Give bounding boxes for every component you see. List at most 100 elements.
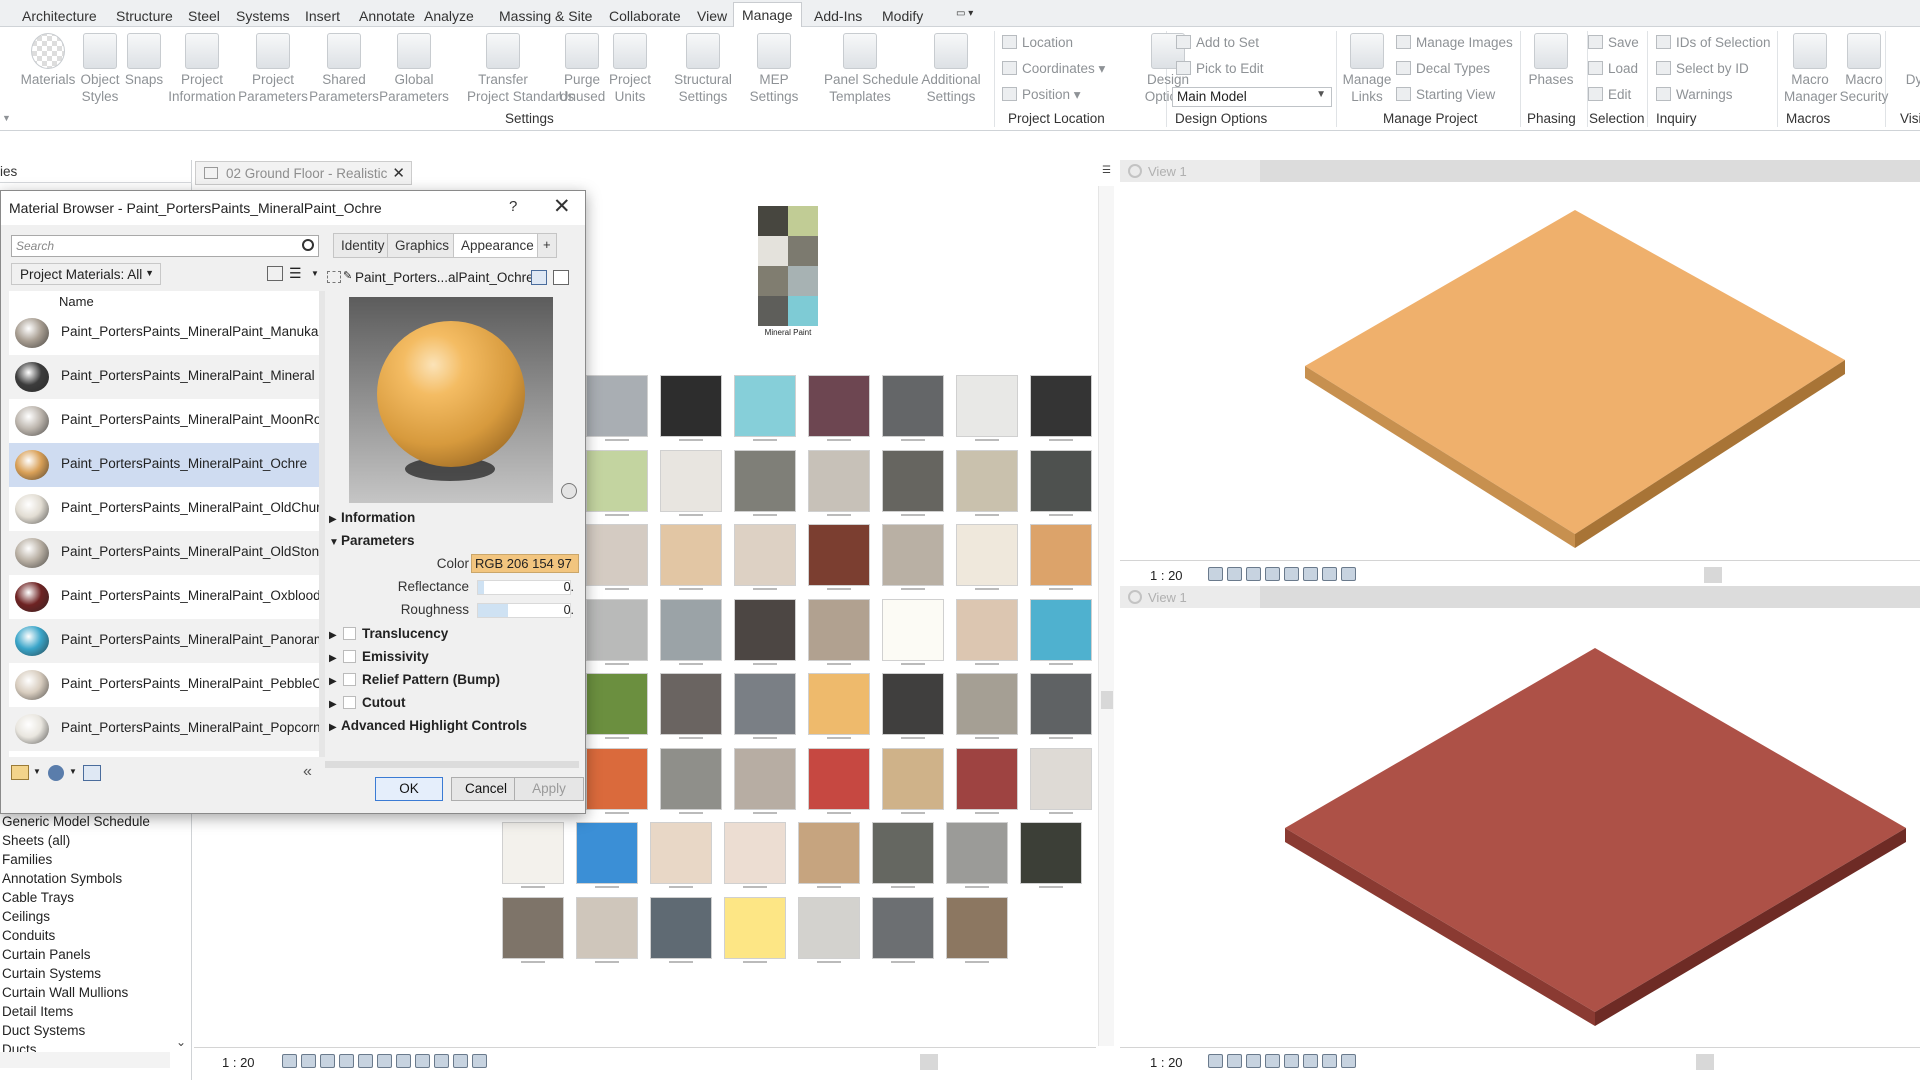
- ribbon-tab-manage[interactable]: Manage: [733, 2, 802, 28]
- horizontal-scroll-thumb[interactable]: [1704, 567, 1722, 583]
- chevron-down-icon[interactable]: ▼: [33, 767, 41, 776]
- section-parameters[interactable]: ▼ Parameters: [329, 533, 415, 548]
- replace-asset-icon[interactable]: [531, 270, 547, 285]
- ribbon-tab-architecture[interactable]: Architecture: [14, 4, 105, 27]
- ribbon-select-by-id[interactable]: Select by ID: [1656, 61, 1749, 76]
- ribbon-tab-massing-site[interactable]: Massing & Site: [491, 4, 600, 27]
- material-list-item[interactable]: Paint_PortersPaints_MineralPaint_Panoram…: [9, 619, 319, 663]
- asset-browser-icon[interactable]: [83, 765, 101, 781]
- add-tab-button[interactable]: +: [537, 233, 557, 258]
- ribbon-btn-project-parameters[interactable]: Project Parameters: [237, 33, 309, 105]
- material-list-item[interactable]: Paint_PortersPaints_MineralPaint_MoonRoc…: [9, 399, 319, 443]
- horizontal-scroll-thumb[interactable]: [920, 1054, 938, 1070]
- material-list-item[interactable]: Paint_PortersPaints_MineralPaint_Ochre: [9, 443, 319, 487]
- ribbon-btn-mep-settings[interactable]: MEP Settings: [738, 33, 810, 105]
- ribbon-tab-insert[interactable]: Insert: [297, 4, 348, 27]
- emissivity-checkbox[interactable]: [343, 650, 356, 663]
- chevron-down-icon[interactable]: ▼: [311, 269, 319, 278]
- create-material-icon[interactable]: [48, 765, 64, 781]
- ribbon-warnings[interactable]: Warnings: [1656, 87, 1733, 102]
- tab-graphics[interactable]: Graphics: [387, 233, 458, 258]
- duplicate-asset-icon[interactable]: [553, 270, 569, 285]
- edit-asset-icon[interactable]: ✎: [343, 269, 352, 282]
- section-translucency[interactable]: ▶ Translucency: [329, 626, 448, 641]
- ribbon-selection-edit[interactable]: Edit: [1588, 87, 1631, 102]
- ribbon-decal-types[interactable]: Decal Types: [1396, 61, 1490, 76]
- view-1-bottom-canvas[interactable]: [1120, 608, 1920, 1046]
- material-list-item[interactable]: Paint_PortersPaints_MineralPaint_Manuka: [9, 311, 319, 355]
- dialog-close-button[interactable]: ✕: [553, 194, 571, 219]
- ribbon-tab-add-ins[interactable]: Add-Ins: [806, 4, 870, 27]
- ribbon-btn-transfer-project-standards[interactable]: Transfer Project Standards: [467, 33, 574, 105]
- ribbon-location[interactable]: Location: [1002, 35, 1073, 50]
- scrollbar-thumb[interactable]: [1101, 691, 1113, 709]
- project-browser-item[interactable]: Curtain Systems: [2, 966, 101, 981]
- quick-access-icon[interactable]: ▭ ▾: [948, 4, 981, 27]
- view-1-bottom-tab[interactable]: View 1: [1120, 586, 1260, 608]
- phases-button[interactable]: Phases: [1528, 33, 1574, 88]
- macro-manager-button[interactable]: Macro Manager: [1784, 33, 1837, 105]
- material-list-header[interactable]: Name: [9, 291, 319, 311]
- project-browser-item[interactable]: Duct Systems: [2, 1023, 85, 1038]
- dynamo-button-partial[interactable]: Dy: [1904, 71, 1920, 88]
- ribbon-ids-of-selection[interactable]: IDs of Selection: [1656, 35, 1771, 50]
- ribbon-tab-view[interactable]: View: [689, 4, 735, 27]
- ribbon-starting-view[interactable]: Starting View: [1396, 87, 1495, 102]
- view-scale[interactable]: 1 : 20: [222, 1055, 255, 1070]
- material-search-input[interactable]: Search: [11, 235, 319, 257]
- cutout-checkbox[interactable]: [343, 696, 356, 709]
- ribbon-tab-systems[interactable]: Systems: [228, 4, 298, 27]
- material-list-item[interactable]: Paint_PortersPaints_MineralPaint_Mineral: [9, 355, 319, 399]
- ribbon-tab-structure[interactable]: Structure: [108, 4, 181, 27]
- project-browser-scrollbar[interactable]: [0, 1052, 170, 1068]
- ribbon-btn-shared-parameters[interactable]: Shared Parameters: [308, 33, 380, 105]
- reflectance-slider[interactable]: 0.: [477, 580, 574, 595]
- ribbon-btn-project-units[interactable]: Project Units: [594, 33, 666, 105]
- collapse-library-icon[interactable]: «: [303, 763, 312, 781]
- tab-identity[interactable]: Identity: [333, 233, 393, 258]
- ribbon-tab-modify[interactable]: Modify: [874, 4, 931, 27]
- relief-checkbox[interactable]: [343, 673, 356, 686]
- scroll-down-icon[interactable]: ⌄: [176, 1035, 186, 1049]
- translucency-checkbox[interactable]: [343, 627, 356, 640]
- ribbon-manage-images[interactable]: Manage Images: [1396, 35, 1513, 50]
- material-list-scrollbar[interactable]: [319, 291, 325, 757]
- list-view-icon[interactable]: ☰: [289, 265, 302, 282]
- preview-options-icon[interactable]: [561, 483, 577, 499]
- roughness-slider[interactable]: 0.: [477, 603, 574, 618]
- ribbon-position[interactable]: Position ▾: [1002, 87, 1081, 103]
- section-emissivity[interactable]: ▶ Emissivity: [329, 649, 429, 664]
- project-browser-item[interactable]: Ceilings: [2, 909, 50, 924]
- ribbon-btn-structural-settings[interactable]: Structural Settings: [667, 33, 739, 105]
- ribbon-tab-collaborate[interactable]: Collaborate: [601, 4, 689, 27]
- help-button[interactable]: ?: [509, 198, 517, 215]
- material-list-item[interactable]: Paint_PortersPaints_MineralPaint_Popcorn: [9, 707, 319, 751]
- ribbon-selection-load[interactable]: Load: [1588, 61, 1638, 76]
- view-control-icons[interactable]: [1208, 1054, 1360, 1070]
- horizontal-scroll-thumb[interactable]: [1696, 1054, 1714, 1070]
- section-cutout[interactable]: ▶ Cutout: [329, 695, 405, 710]
- ribbon-btn-panel-schedule-templates[interactable]: Panel Schedule Templates: [824, 33, 919, 105]
- project-browser-item[interactable]: Conduits: [2, 928, 55, 943]
- ribbon-btn-additional-settings[interactable]: Additional Settings: [915, 33, 987, 105]
- project-browser-item[interactable]: Cable Trays: [2, 890, 74, 905]
- view-scale[interactable]: 1 : 20: [1150, 568, 1183, 583]
- view-menu-icon[interactable]: ☰: [1102, 165, 1111, 176]
- section-information[interactable]: ▶ Information: [329, 510, 415, 525]
- project-browser-item[interactable]: Families: [2, 852, 52, 867]
- macro-security-button[interactable]: Macro Security: [1838, 33, 1890, 105]
- project-materials-filter[interactable]: Project Materials: All ▼: [11, 263, 161, 285]
- apply-button[interactable]: Apply: [514, 777, 584, 801]
- ribbon-tab-steel[interactable]: Steel: [180, 4, 228, 27]
- ribbon-coordinates[interactable]: Coordinates ▾: [1002, 61, 1105, 77]
- ribbon-btn-project-information[interactable]: Project Information: [166, 33, 238, 105]
- cancel-button[interactable]: Cancel: [451, 777, 521, 801]
- search-icon[interactable]: [302, 239, 314, 251]
- material-list-item[interactable]: Paint_PortersPaints_MineralPaint_PebbleC…: [9, 663, 319, 707]
- material-list-item[interactable]: Paint_PortersPaints_MineralPaint_OldChur…: [9, 487, 319, 531]
- view-tab-ground-floor[interactable]: 02 Ground Floor - Realistic ✕: [195, 161, 412, 185]
- section-advanced-highlight[interactable]: ▶ Advanced Highlight Controls: [329, 718, 527, 733]
- ribbon-pick-to-edit[interactable]: Pick to Edit: [1176, 61, 1264, 76]
- view-scale[interactable]: 1 : 20: [1150, 1055, 1183, 1070]
- project-browser-item[interactable]: Curtain Panels: [2, 947, 91, 962]
